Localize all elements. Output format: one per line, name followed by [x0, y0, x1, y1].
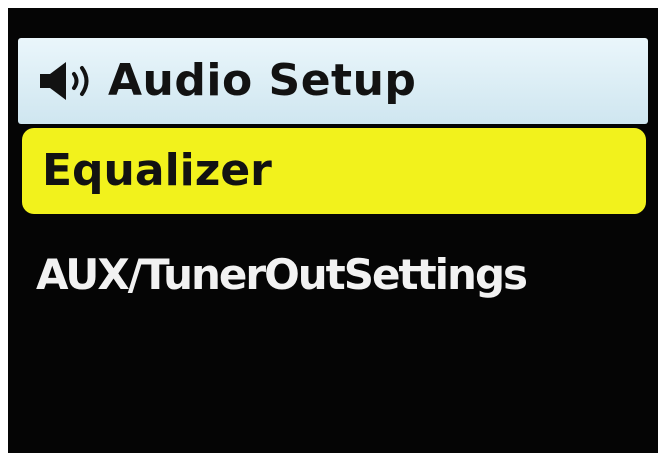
menu-item-aux-tuner-out-settings[interactable]: AUX/TunerOutSettings — [22, 240, 646, 310]
device-screen: Audio Setup Equalizer AUX/TunerOutSettin… — [8, 8, 658, 453]
menu-header: Audio Setup — [18, 38, 648, 124]
speaker-icon — [40, 62, 89, 100]
page-title: Audio Setup — [108, 55, 417, 106]
menu-item-equalizer[interactable]: Equalizer — [22, 128, 646, 214]
